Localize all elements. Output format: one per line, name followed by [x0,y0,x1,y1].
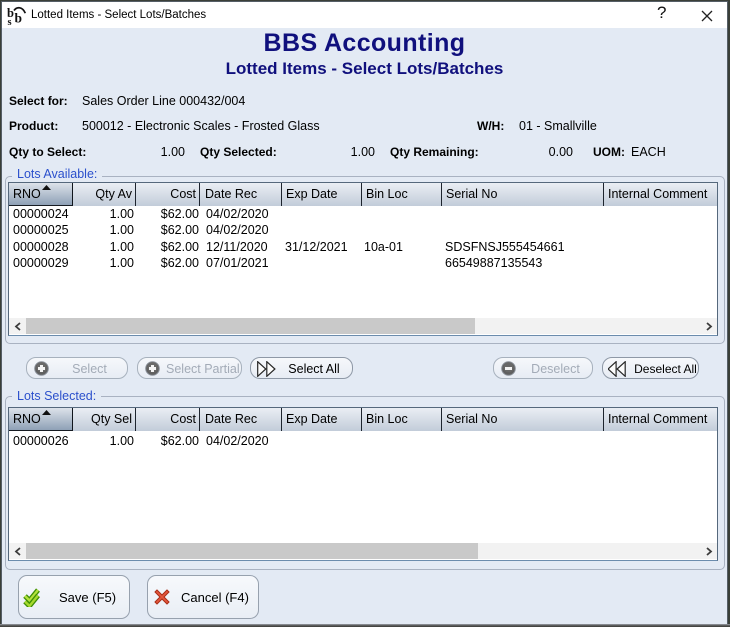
svg-text:b: b [15,11,23,26]
svg-text:s: s [8,17,12,27]
